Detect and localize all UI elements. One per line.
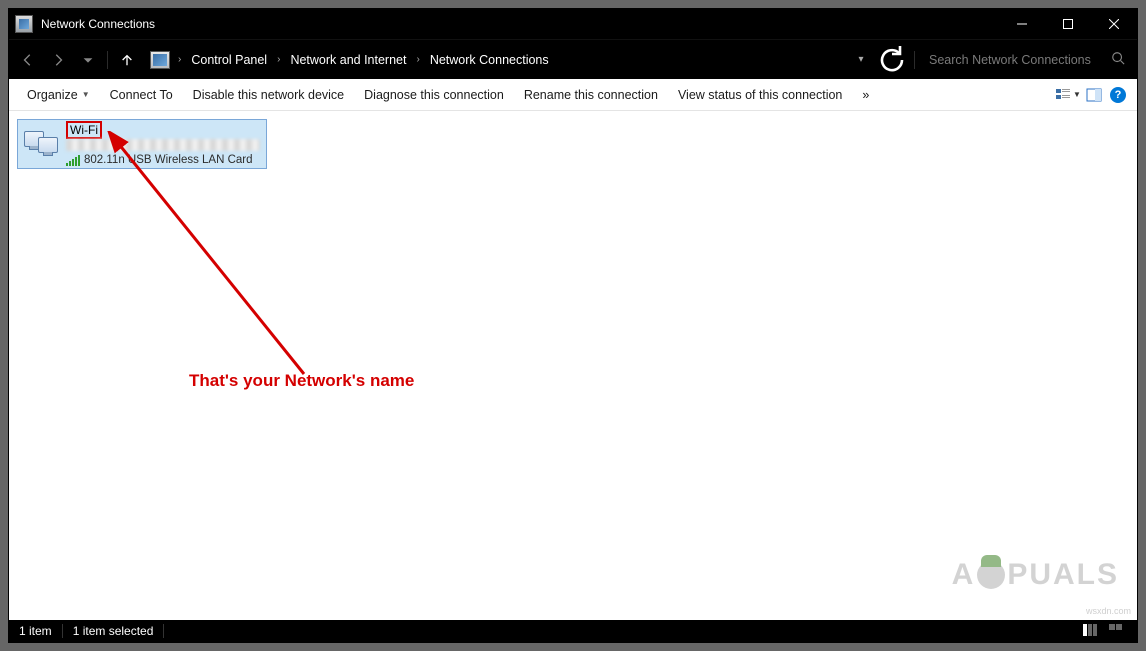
chevron-down-icon: ▼ <box>82 90 90 99</box>
close-button[interactable] <box>1091 9 1137 39</box>
chevron-down-icon: ▼ <box>1073 90 1081 99</box>
chevron-right-icon[interactable]: › <box>275 50 282 69</box>
title-bar[interactable]: Network Connections <box>9 9 1137 39</box>
connection-name: Wi-Fi <box>66 121 102 139</box>
search-icon[interactable] <box>1111 51 1125 68</box>
recent-locations-button[interactable] <box>75 47 101 73</box>
window-controls <box>999 9 1137 39</box>
annotation-text: That's your Network's name <box>189 371 414 391</box>
breadcrumb-item[interactable]: Network and Internet <box>284 49 412 71</box>
connection-ssid-redacted <box>66 139 260 151</box>
breadcrumb-item[interactable]: Control Panel <box>185 49 273 71</box>
status-selected-count: 1 item selected <box>73 624 154 638</box>
separator <box>107 51 108 69</box>
window-icon <box>15 15 33 33</box>
content-area[interactable]: Wi-Fi 802.11n USB Wireless LAN Card That… <box>9 111 1137 620</box>
breadcrumb-item[interactable]: Network Connections <box>424 49 555 71</box>
minimize-button[interactable] <box>999 9 1045 39</box>
search-box[interactable] <box>921 47 1131 73</box>
help-button[interactable]: ? <box>1107 83 1129 107</box>
more-commands-button[interactable]: » <box>852 82 879 108</box>
separator <box>914 51 915 69</box>
change-view-button[interactable]: ▼ <box>1055 83 1081 107</box>
signal-strength-icon <box>66 154 80 166</box>
up-button[interactable] <box>114 47 140 73</box>
command-toolbar: Organize▼ Connect To Disable this networ… <box>9 79 1137 111</box>
address-history-button[interactable]: ▾ <box>850 54 872 65</box>
chevron-right-icon[interactable]: › <box>414 50 421 69</box>
status-bar: 1 item 1 item selected <box>9 620 1137 642</box>
network-connection-item[interactable]: Wi-Fi 802.11n USB Wireless LAN Card <box>17 119 267 169</box>
watermark: A PUALS <box>952 558 1119 592</box>
connect-to-button[interactable]: Connect To <box>100 82 183 108</box>
adapter-description: 802.11n USB Wireless LAN Card <box>84 153 253 167</box>
back-button[interactable] <box>15 47 41 73</box>
network-adapter-icon <box>24 127 60 161</box>
watermark-site: wsxdn.com <box>1086 606 1131 616</box>
search-input[interactable] <box>927 52 1111 68</box>
address-bar: › Control Panel › Network and Internet ›… <box>9 39 1137 79</box>
rename-button[interactable]: Rename this connection <box>514 82 668 108</box>
breadcrumb-strip[interactable]: › Control Panel › Network and Internet ›… <box>144 47 846 73</box>
disable-device-button[interactable]: Disable this network device <box>183 82 354 108</box>
watermark-logo-icon <box>977 561 1005 589</box>
refresh-button[interactable] <box>876 47 908 73</box>
organize-menu[interactable]: Organize▼ <box>17 82 100 108</box>
window-title: Network Connections <box>41 17 999 31</box>
help-icon: ? <box>1110 87 1126 103</box>
large-icons-view-button[interactable] <box>1109 624 1127 638</box>
preview-pane-button[interactable] <box>1081 83 1107 107</box>
explorer-window: Network Connections › Control Panel › Ne… <box>8 8 1138 643</box>
details-view-button[interactable] <box>1083 624 1101 638</box>
maximize-button[interactable] <box>1045 9 1091 39</box>
chevron-right-icon[interactable]: › <box>176 50 183 69</box>
location-icon <box>150 51 170 69</box>
forward-button[interactable] <box>45 47 71 73</box>
status-item-count: 1 item <box>19 624 52 638</box>
view-status-button[interactable]: View status of this connection <box>668 82 852 108</box>
diagnose-button[interactable]: Diagnose this connection <box>354 82 514 108</box>
